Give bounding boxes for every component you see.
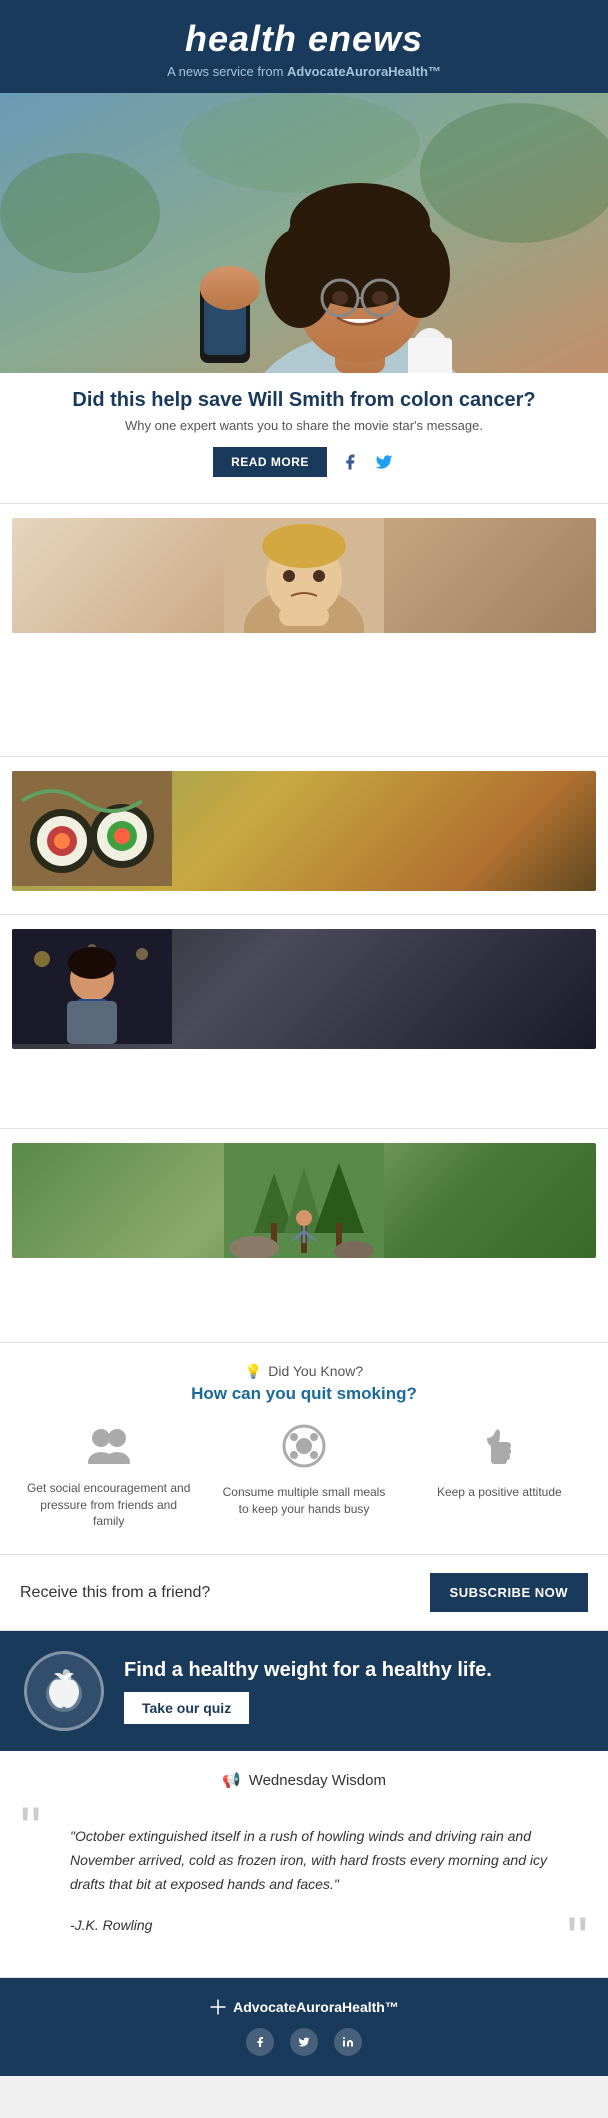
dyk-tip-text-3: Keep a positive attitude [415,1484,584,1501]
hero-read-more-button[interactable]: READ MORE [213,447,327,477]
dyk-label: 💡 Did You Know? [16,1363,592,1380]
did-you-know-section: 💡 Did You Know? How can you quit smoking… [0,1343,608,1555]
header: health enews A news service from Advocat… [0,0,608,93]
quote-close-mark: " [567,1915,588,1963]
quote-open-mark: " [20,1805,41,1853]
hero-headline: Did this help save Will Smith from colon… [20,389,588,412]
article-thumb-3 [12,929,596,1049]
megaphone-icon: 📢 [222,1771,241,1789]
footer-facebook-icon[interactable] [246,2028,274,2056]
dyk-tip-1: Get social encouragement and pressure fr… [16,1424,201,1530]
banner-quiz-button[interactable]: Take our quiz [124,1692,249,1724]
dyk-icon-1 [24,1424,193,1472]
quote-author: -J.K. Rowling [30,1917,578,1953]
site-subtitle: A news service from AdvocateAuroraHealth… [20,64,588,79]
subscribe-button[interactable]: SUBSCRIBE NOW [430,1573,588,1612]
wednesday-label: 📢 Wednesday Wisdom [20,1771,588,1789]
dyk-tip-2: Consume multiple small meals to keep you… [211,1424,396,1530]
hero-btn-row: READ MORE [20,447,588,477]
healthy-banner: Find a healthy weight for a healthy life… [0,1631,608,1751]
hero-twitter-icon[interactable] [373,451,395,473]
dyk-tip-text-2: Consume multiple small meals to keep you… [219,1484,388,1518]
banner-apple-icon [24,1651,104,1731]
hero-subtext: Why one expert wants you to share the mo… [20,418,588,433]
hero-section: Did this help save Will Smith from colon… [0,373,608,504]
dyk-title: How can you quit smoking? [16,1384,592,1404]
article-thumb-2 [12,771,596,891]
hero-facebook-icon[interactable] [339,451,361,473]
wednesday-section: 📢 Wednesday Wisdom " "October extinguish… [0,1751,608,1977]
article-thumb-4 [12,1143,596,1258]
footer-twitter-icon[interactable] [290,2028,318,2056]
quote-container: " "October extinguished itself in a rush… [20,1805,588,1952]
article-row-4: This serious fracture could put you to t… [0,1129,608,1343]
dyk-tip-3: Keep a positive attitude [407,1424,592,1530]
footer-social [20,2028,588,2056]
site-title: health enews [20,18,588,60]
quote-text: "October extinguished itself in a rush o… [30,1805,578,1916]
footer-logo: AdvocateAuroraHealth™ [20,1998,588,2016]
subscribe-text: Receive this from a friend? [20,1584,210,1602]
hero-image [0,93,608,373]
article-row-1: Measles can cause problems even after yo… [0,504,608,757]
article-row-3: How are you managing screen time? In thi… [0,915,608,1129]
subscribe-section: Receive this from a friend? SUBSCRIBE NO… [0,1555,608,1631]
banner-title: Find a healthy weight for a healthy life… [124,1658,584,1682]
dyk-tips: Get social encouragement and pressure fr… [16,1424,592,1530]
lightbulb-icon: 💡 [245,1363,262,1380]
dyk-icon-2 [219,1424,388,1476]
footer: AdvocateAuroraHealth™ [0,1978,608,2076]
dyk-icon-3 [415,1424,584,1476]
email-container: health enews A news service from Advocat… [0,0,608,2076]
banner-content: Find a healthy weight for a healthy life… [124,1658,584,1724]
footer-linkedin-icon[interactable] [334,2028,362,2056]
article-thumb-1 [12,518,596,633]
article-row-2: Is sushi healthy? Crazy for California r… [0,757,608,915]
footer-cross-icon [209,1998,227,2016]
dyk-tip-text-1: Get social encouragement and pressure fr… [24,1480,193,1530]
